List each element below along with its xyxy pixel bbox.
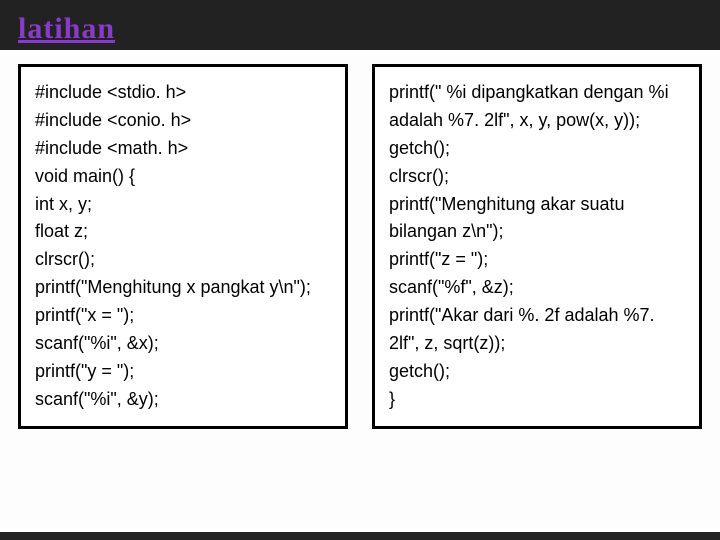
code-line: printf("Akar dari %. 2f adalah %7. 2lf",… (389, 302, 685, 358)
code-line: printf(" %i dipangkatkan dengan %i adala… (389, 79, 685, 135)
code-line: #include <stdio. h> (35, 79, 331, 107)
code-line: getch(); (389, 135, 685, 163)
code-line: printf("Menghitung akar suatu bilangan z… (389, 191, 685, 247)
content-area: #include <stdio. h> #include <conio. h> … (0, 50, 720, 443)
code-line: scanf("%i", &y); (35, 386, 331, 414)
code-line: } (389, 386, 685, 414)
code-line: printf("y = "); (35, 358, 331, 386)
code-line: printf("Menghitung x pangkat y\n"); (35, 274, 331, 302)
header-bar: latihan (0, 0, 720, 50)
code-line: clrscr(); (389, 163, 685, 191)
footer-bar (0, 532, 720, 540)
code-line: scanf("%f", &z); (389, 274, 685, 302)
code-line: printf("x = "); (35, 302, 331, 330)
code-line: clrscr(); (35, 246, 331, 274)
page-title: latihan (18, 12, 115, 46)
code-line: void main() { (35, 163, 331, 191)
code-line: printf("z = "); (389, 246, 685, 274)
code-line: scanf("%i", &x); (35, 330, 331, 358)
code-line: #include <conio. h> (35, 107, 331, 135)
code-line: float z; (35, 218, 331, 246)
code-line: #include <math. h> (35, 135, 331, 163)
code-box-left: #include <stdio. h> #include <conio. h> … (18, 64, 348, 429)
code-line: int x, y; (35, 191, 331, 219)
code-box-right: printf(" %i dipangkatkan dengan %i adala… (372, 64, 702, 429)
code-line: getch(); (389, 358, 685, 386)
